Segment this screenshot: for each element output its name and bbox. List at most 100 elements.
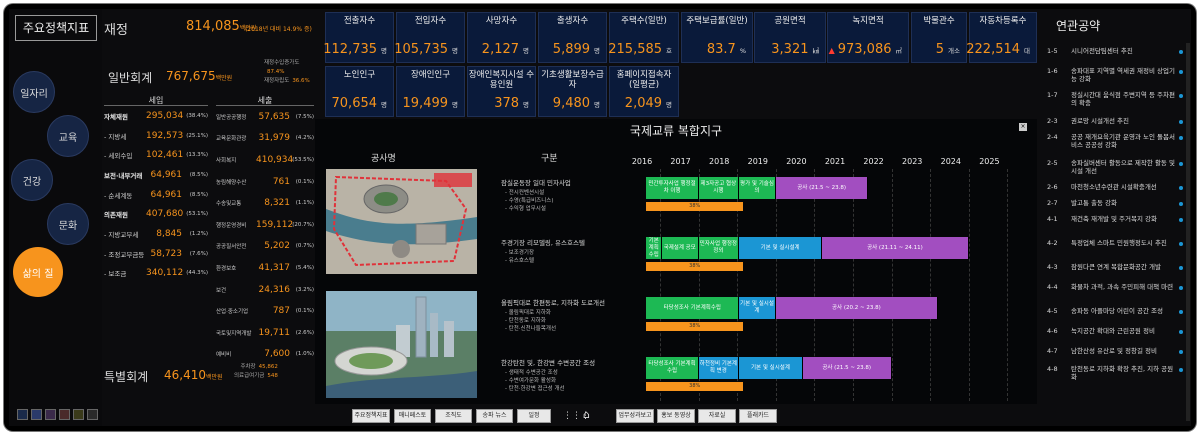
theme-swatch[interactable] [17,409,28,420]
expense-label: 예비비 [216,352,232,359]
bottom-nav-button[interactable]: 업무성과보고 [616,409,654,423]
pledge-number: 4-2 [1047,239,1058,247]
expense-value: 159,112 [256,219,294,230]
pledge-item[interactable]: 4-1 재건축 재개발 및 주거복지 강화 [1047,215,1187,223]
expense-row: 보건 24,316 (3.2%) [216,279,314,301]
expense-pct: (1.0%) [295,351,314,358]
stat-value: 5 개소 [936,42,960,57]
general-account-label: 일반회계 [108,71,153,85]
pledge-item[interactable]: 4-4 화물차 과적, 과속 주민피해 대책 마련 [1047,283,1187,291]
expense-pct: (1.1%) [295,200,314,207]
stat-title: 주택보급률(일반) [686,16,748,26]
bottom-nav-button[interactable]: 송파 뉴스 [476,409,513,423]
revenue-value: 8,845 [156,228,182,239]
theme-swatch[interactable] [59,409,70,420]
year-gridline [968,169,970,401]
menu-health[interactable]: 건강 [11,159,53,201]
expense-value: 410,934 [256,154,294,165]
bottom-nav-button[interactable]: 매니페스토 [394,409,431,423]
pledge-item[interactable]: 4-2 특정업체 스마트 민원행정도시 추진 [1047,239,1187,247]
stat-value: 222,514 대 [966,42,1030,57]
bottom-nav-button[interactable]: 주요정책지표 [352,409,390,423]
pledge-item[interactable]: 1-6 송파대표 지역별 역세권 재정비 상업기능 강화 [1047,67,1187,83]
bottom-nav-button[interactable]: 일정 [517,409,551,423]
menu-culture[interactable]: 문화 [47,203,89,245]
pledge-item[interactable]: 2-7 발고통 출동 강화 [1047,199,1187,207]
pledge-item[interactable]: 1-5 시니어전담팀센터 추진 [1047,47,1187,55]
bottom-nav-button[interactable]: 조직도 [435,409,472,423]
revenue-row: 자체재원 295,034 (38.4%) [104,106,208,126]
expense-pct: (53.5%) [292,156,314,163]
revenue-value: 407,680 [146,209,184,220]
pledge-text: 공공 재개요육기관 운영과 노인 돌봄서비스 공공성 강화 [1071,133,1175,149]
bottom-nav-button[interactable]: 홍보 동영상 [657,409,695,423]
pledge-number: 4-7 [1047,347,1058,355]
theme-swatch[interactable] [45,409,56,420]
pledge-dot-icon [1179,266,1183,270]
revenue-label: - 조정교부금등 [104,250,145,259]
stat-number: 83.7 [706,42,736,57]
project-sub-item: - 수변여가문화 활성화 [505,378,557,384]
expense-value: 41,317 [258,262,291,273]
expense-pct: (0.7%) [295,243,314,250]
stat-card: 주택수(일반) 215,585 호 [608,12,679,63]
theme-swatch[interactable] [87,409,98,420]
year-label: 2016 [631,157,653,166]
pledge-item[interactable]: 4-6 녹지공간 확대와 근린공원 정비 [1047,327,1187,335]
schedule-bar: 제3자공고 협상시행 [698,177,740,199]
stat-card: 사망자수 2,127 명 [467,12,536,63]
project-sub-item: - 탄천동로 지하화 [505,318,546,324]
pledge-text: 잠원다큰 연계 복합문화공간 개발 [1071,263,1161,271]
schedule-bar: 기본 및 실시설계 [739,237,823,259]
pledge-dot-icon [1179,120,1183,124]
expense-row: 산업·중소기업 787 (0.1%) [216,300,314,322]
project-sub-item: - 보조경기장 [505,250,535,256]
pledges-scrollbar[interactable] [1186,43,1190,421]
stat-card: 장애인복지시설 수용인원 378 명 [467,66,536,117]
revenue-row: - 조정교부금등 58,723 (7.6%) [104,244,208,264]
revenue-label: - 보조금 [104,270,127,279]
schedule-bar: 공사 (21.5 ~ 23.8) [775,177,869,199]
expense-label: 보건 [216,287,227,294]
schedule-bar: 기본 및 실시설계 [739,297,776,319]
pledges-panel: 연관공약 1-5 시니어전담팀센터 추진 1-6 송파대표 지역별 역세권 재정비 상… [1044,9,1191,426]
stat-number: 2,127 [481,42,520,57]
pledge-number: 2-3 [1047,117,1058,125]
bottom-nav-button[interactable]: 플래카드 [739,409,777,423]
pledge-item[interactable]: 4-8 탄천동로 지하화 확장 추진, 지하 공원화 [1047,365,1187,381]
revenue-label: 의존재원 [104,211,128,220]
pledge-dot-icon [1179,330,1183,334]
stat-title: 기초생활보장수급자 [541,70,604,90]
expense-row: 행정운영경비 159,112 (20.7%) [216,214,314,236]
pledge-item[interactable]: 2-3 권로망 시설개선 추진 [1047,117,1187,125]
expense-row: 농림해양수산 761 (0.1%) [216,171,314,193]
pledge-item[interactable]: 1-7 정실시간대 움식점 주변지역 등 주차편의 확충 [1047,91,1187,107]
expense-label: 농림해양수산 [216,179,247,186]
special-account-detail: 주차장 45,862 의료급여기금 548 [234,364,278,379]
pledge-item[interactable]: 4-5 송파동 아플마당 어린이 공간 조성 [1047,307,1187,315]
home-icon[interactable]: ⌂ [583,408,590,421]
pledge-number: 2-5 [1047,159,1058,167]
revenue-row: 보전·내부거래 64,961 (8.5%) [104,165,208,185]
pledge-item[interactable]: 4-3 잠원다큰 연계 복합문화공간 개발 [1047,263,1187,271]
bottom-nav-button[interactable]: 자료실 [698,409,736,423]
pledge-item[interactable]: 2-5 송파실버센터 활동으로 제작한 활동 및 시설 개선 [1047,159,1187,175]
revenue-value: 64,961 [150,189,183,200]
pledge-number: 1-6 [1047,67,1058,75]
pledge-item[interactable]: 2-4 공공 재개요육기관 운영과 노인 돌봄서비스 공공성 강화 [1047,133,1187,149]
stat-card: 기초생활보장수급자 9,480 명 [538,66,607,117]
pledge-item[interactable]: 2-6 마천청소년수련관 시설확충개선 [1047,183,1187,191]
theme-swatch[interactable] [73,409,84,420]
pledge-item[interactable]: 4-7 남한산성 유산로 및 정창길 정비 [1047,347,1187,355]
stat-number: 222,514 [966,42,1021,57]
pledge-text: 남한산성 유산로 및 정창길 정비 [1071,347,1158,355]
project-sub-item: - 생태적 수변공간 조성 [505,370,558,376]
menu-education[interactable]: 교육 [47,115,89,157]
theme-swatch[interactable] [31,409,42,420]
close-icon[interactable]: × [1019,123,1027,131]
menu-quality-of-life[interactable]: 삶의 질 [13,247,63,297]
menu-jobs[interactable]: 일자리 [13,71,55,113]
pledge-text: 권로망 시설개선 추진 [1071,117,1129,125]
schedule-bar: 기본계획 수립 [646,237,662,259]
stat-title: 사망자수 [485,16,518,26]
